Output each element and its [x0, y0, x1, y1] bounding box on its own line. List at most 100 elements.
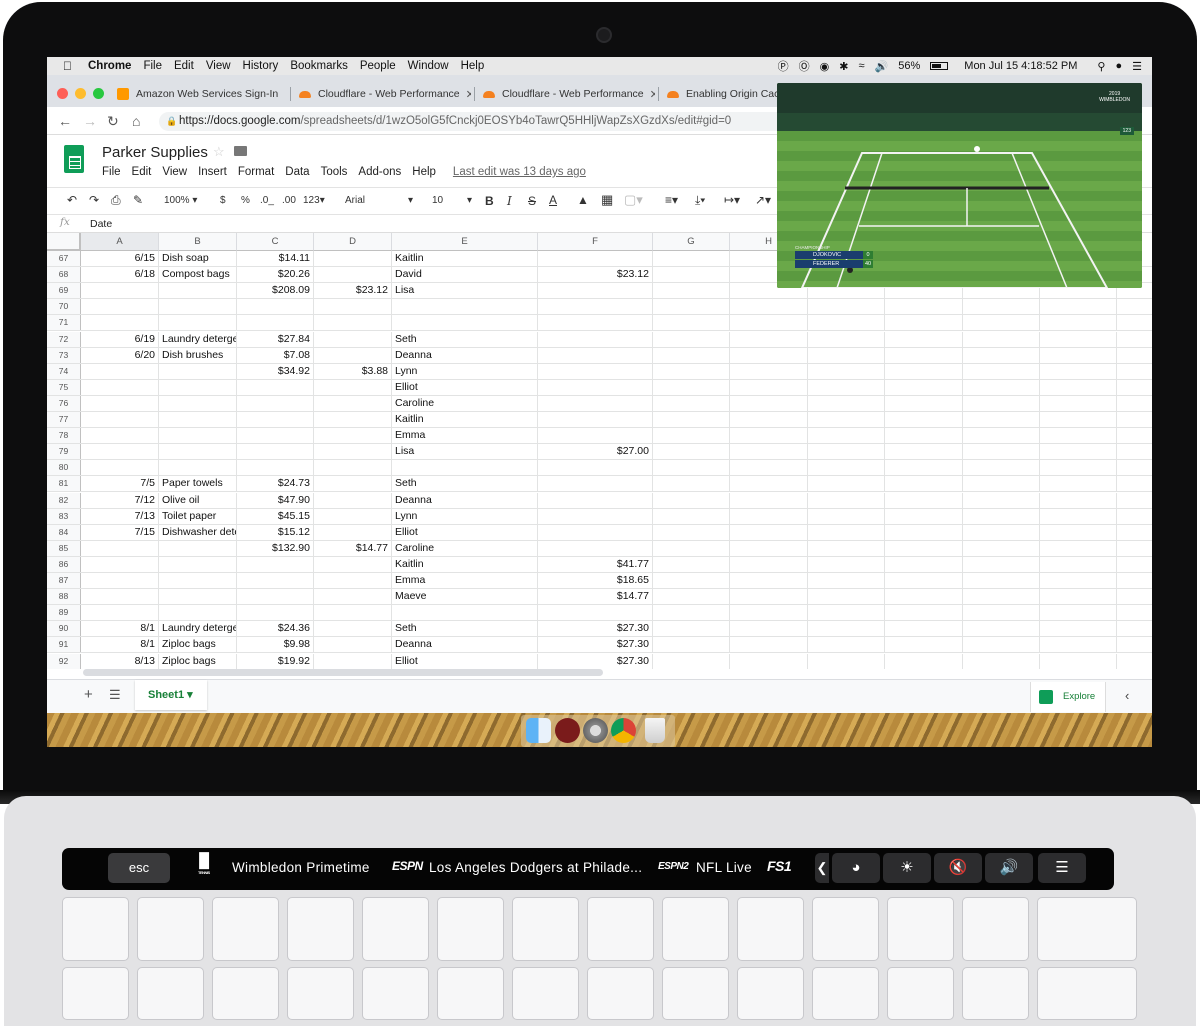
cell-d[interactable] — [314, 621, 392, 637]
cell-d[interactable] — [314, 331, 392, 347]
cell-f[interactable]: $18.65 — [538, 573, 653, 589]
cell-d[interactable] — [314, 556, 392, 572]
cell-c[interactable]: $15.12 — [237, 524, 314, 540]
strikethrough-button[interactable]: S — [528, 194, 536, 208]
currency-button[interactable]: $ — [220, 195, 226, 206]
cell-empty[interactable] — [808, 331, 885, 347]
row-number[interactable]: 70 — [47, 299, 81, 315]
cell-e[interactable]: Lisa — [392, 283, 538, 299]
apple-icon[interactable]:  — [63, 59, 72, 73]
cell-f[interactable] — [538, 251, 653, 267]
cell-e[interactable]: Seth — [392, 476, 538, 492]
cell-c[interactable] — [237, 299, 314, 315]
menu-view[interactable]: View — [162, 166, 187, 178]
cell-empty[interactable] — [885, 492, 963, 508]
cell-e[interactable]: Emma — [392, 573, 538, 589]
tab-cloudflare-1[interactable]: Cloudflare - Web Performance ✕ — [299, 81, 471, 107]
finder-icon[interactable] — [526, 718, 551, 743]
text-wrap-icon[interactable]: ↦▾ — [724, 193, 740, 207]
clock[interactable]: Mon Jul 15 4:18:52 PM — [964, 60, 1077, 72]
cell-empty[interactable] — [963, 492, 1040, 508]
cell-empty[interactable] — [963, 460, 1040, 476]
cell-empty[interactable] — [885, 363, 963, 379]
last-edit-link[interactable]: Last edit was 13 days ago — [453, 166, 586, 178]
cell-f[interactable] — [538, 508, 653, 524]
cell-empty[interactable] — [730, 395, 808, 411]
cell-c[interactable] — [237, 556, 314, 572]
column-header[interactable]: B — [159, 233, 237, 251]
cell-empty[interactable] — [653, 315, 730, 331]
close-tab-icon[interactable]: ✕ — [650, 88, 655, 101]
menubar-window[interactable]: Window — [408, 60, 449, 72]
row-number[interactable]: 67 — [47, 251, 81, 267]
star-icon[interactable]: ☆ — [213, 144, 225, 160]
cell-empty[interactable] — [808, 653, 885, 669]
globe-status-icon[interactable]: ◉ — [820, 60, 830, 73]
cell-empty[interactable] — [653, 605, 730, 621]
cell-empty[interactable] — [730, 363, 808, 379]
cell-c[interactable] — [237, 395, 314, 411]
row-number[interactable]: 84 — [47, 524, 81, 540]
menubar-edit[interactable]: Edit — [174, 60, 194, 72]
cell-b[interactable] — [159, 379, 237, 395]
vertical-align-icon[interactable]: ⤓▾ — [695, 193, 705, 208]
cell-a[interactable] — [81, 428, 159, 444]
cell-d[interactable] — [314, 589, 392, 605]
cell-empty[interactable] — [808, 444, 885, 460]
cell-f[interactable] — [538, 492, 653, 508]
cell-f[interactable]: $23.12 — [538, 267, 653, 283]
cell-e[interactable]: Caroline — [392, 540, 538, 556]
row-number[interactable]: 72 — [47, 331, 81, 347]
row-number[interactable]: 90 — [47, 621, 81, 637]
cell-d[interactable] — [314, 299, 392, 315]
cell-empty[interactable] — [730, 605, 808, 621]
menu-format[interactable]: Format — [238, 166, 274, 178]
explore-button[interactable]: Explore — [1030, 682, 1106, 712]
cell-empty[interactable] — [885, 476, 963, 492]
menu-addons[interactable]: Add-ons — [358, 166, 401, 178]
cell-empty[interactable] — [1040, 540, 1117, 556]
cell-empty[interactable] — [1040, 444, 1117, 460]
cell-b[interactable] — [159, 573, 237, 589]
cell-a[interactable]: 7/12 — [81, 492, 159, 508]
cell-empty[interactable] — [963, 540, 1040, 556]
cell-empty[interactable] — [963, 299, 1040, 315]
cell-empty[interactable] — [885, 573, 963, 589]
cell-c[interactable] — [237, 605, 314, 621]
bluetooth-icon[interactable]: ✱ — [839, 60, 848, 73]
cell-empty[interactable] — [808, 621, 885, 637]
cell-b[interactable]: Dish soap — [159, 251, 237, 267]
cell-e[interactable]: Elliot — [392, 524, 538, 540]
align-left-icon[interactable]: ≡▾ — [665, 193, 678, 207]
cell-empty[interactable] — [653, 508, 730, 524]
sheets-logo-icon[interactable] — [64, 145, 84, 173]
forward-icon[interactable]: → — [83, 113, 97, 129]
cell-d[interactable]: $14.77 — [314, 540, 392, 556]
cell-empty[interactable] — [963, 573, 1040, 589]
cell-c[interactable]: $9.98 — [237, 637, 314, 653]
cell-empty[interactable] — [963, 508, 1040, 524]
add-sheet-button[interactable]: + — [84, 686, 93, 703]
text-rotation-icon[interactable]: ↗▾ — [755, 193, 771, 207]
cell-empty[interactable] — [730, 444, 808, 460]
cell-b[interactable]: Toilet paper — [159, 508, 237, 524]
row-number[interactable]: 80 — [47, 460, 81, 476]
cell-empty[interactable] — [1040, 363, 1117, 379]
horizontal-scrollbar[interactable] — [83, 669, 603, 676]
cell-b[interactable] — [159, 315, 237, 331]
touchbar-nfl-live[interactable]: NFL Live — [696, 860, 752, 875]
cell-empty[interactable] — [653, 621, 730, 637]
volume-status-icon[interactable]: 🔊 — [875, 60, 889, 73]
undo-icon[interactable]: ↶ — [67, 193, 77, 207]
cell-empty[interactable] — [885, 347, 963, 363]
cell-b[interactable]: Olive oil — [159, 492, 237, 508]
cell-a[interactable] — [81, 556, 159, 572]
cell-b[interactable]: Dish brushes — [159, 347, 237, 363]
column-header[interactable]: A — [81, 233, 159, 251]
back-icon[interactable]: ← — [58, 113, 72, 129]
cell-c[interactable] — [237, 379, 314, 395]
cell-f[interactable]: $27.30 — [538, 653, 653, 669]
row-number[interactable]: 91 — [47, 637, 81, 653]
cell-empty[interactable] — [1040, 379, 1117, 395]
menubar-file[interactable]: File — [143, 60, 162, 72]
